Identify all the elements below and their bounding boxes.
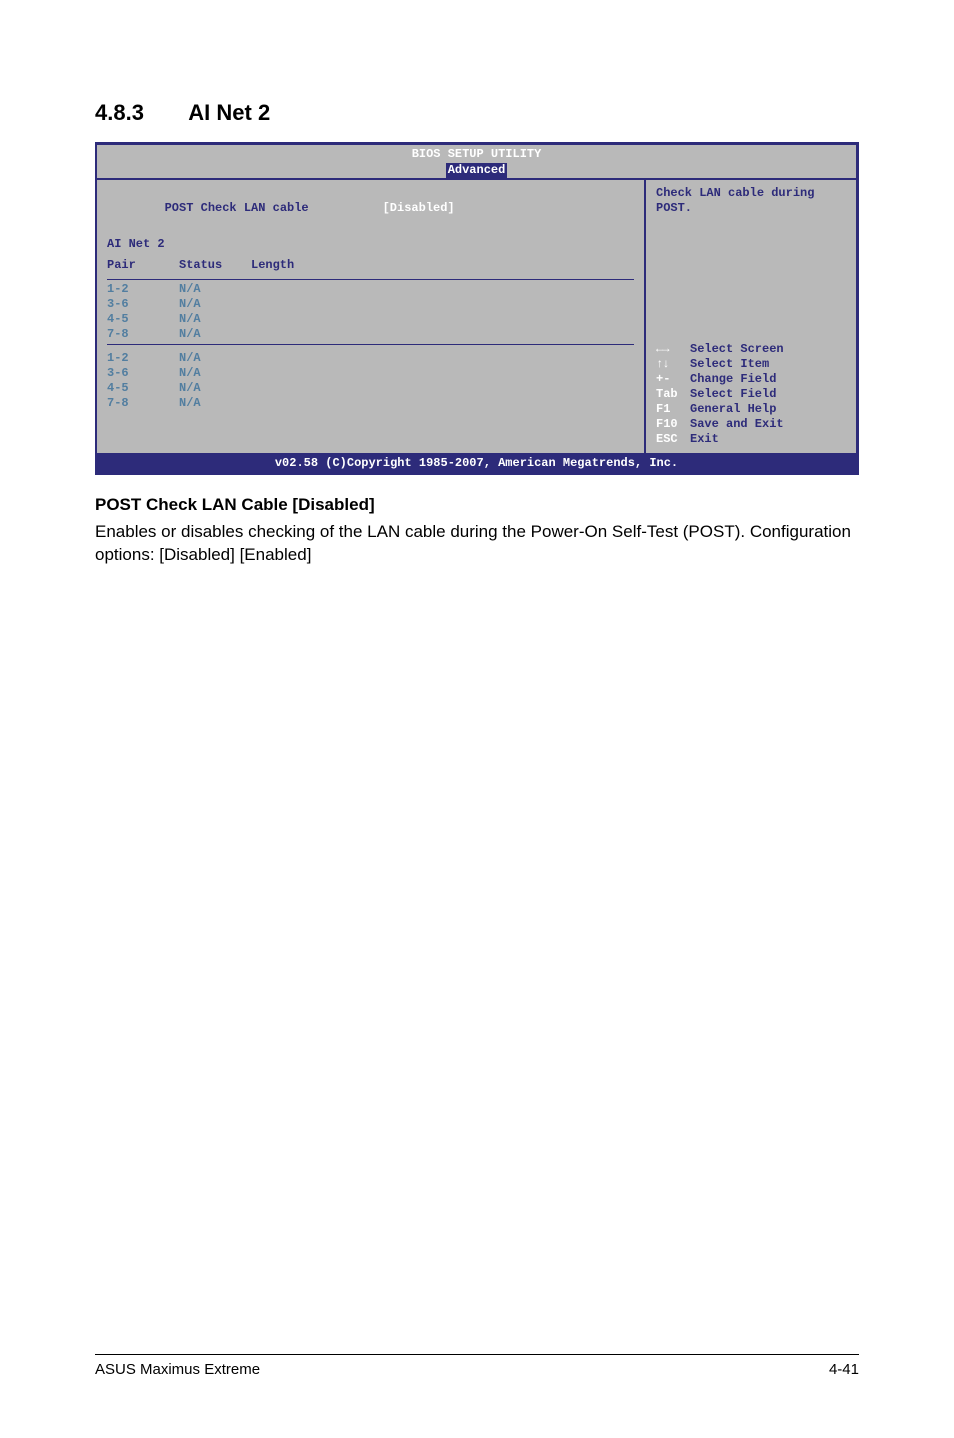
setting-value: [Disabled] <box>383 201 455 215</box>
bios-main-panel: POST Check LAN cable[Disabled] AI Net 2 … <box>97 180 646 453</box>
table-row: 4-5N/A <box>107 381 634 396</box>
table-row: 7-8N/A <box>107 327 634 342</box>
bios-footer: v02.58 (C)Copyright 1985-2007, American … <box>97 453 856 472</box>
help-text: Check LAN cable during POST. <box>656 186 846 216</box>
page-footer: ASUS Maximus Extreme 4-41 <box>95 1354 859 1378</box>
setting-label: POST Check LAN cable <box>165 201 383 216</box>
option-heading: POST Check LAN Cable [Disabled] <box>95 495 859 515</box>
key-f10: F10 <box>656 417 690 432</box>
arrows-ud-icon: ↑↓ <box>656 357 690 372</box>
key-esc: ESC <box>656 432 690 447</box>
table-row: 1-2N/A <box>107 282 634 297</box>
table-row: 1-2N/A <box>107 351 634 366</box>
bios-help-panel: Check LAN cable during POST. ←→Select Sc… <box>646 180 856 453</box>
pair-group-1: 1-2N/A 3-6N/A 4-5N/A 7-8N/A <box>107 279 634 345</box>
section-number: 4.8.3 <box>95 100 183 126</box>
bios-subtitle: AI Net 2 <box>107 237 634 252</box>
bios-screenshot: BIOS SETUP UTILITY Advanced POST Check L… <box>95 142 859 475</box>
arrows-lr-icon: ←→ <box>656 342 690 357</box>
pair-group-2: 1-2N/A 3-6N/A 4-5N/A 7-8N/A <box>107 351 634 411</box>
key-legend: ←→Select Screen ↑↓Select Item +-Change F… <box>656 342 846 447</box>
footer-page-number: 4-41 <box>829 1361 859 1378</box>
bios-title: BIOS SETUP UTILITY <box>412 147 542 161</box>
table-header: PairStatusLength <box>107 258 634 273</box>
table-row: 3-6N/A <box>107 366 634 381</box>
col-status: Status <box>179 258 251 273</box>
col-length: Length <box>251 258 294 273</box>
key-tab: Tab <box>656 387 690 402</box>
bios-tab-active: Advanced <box>446 163 508 178</box>
section-heading: 4.8.3 AI Net 2 <box>95 100 859 126</box>
table-row: 7-8N/A <box>107 396 634 411</box>
bios-header: BIOS SETUP UTILITY Advanced <box>97 145 856 178</box>
table-row: 4-5N/A <box>107 312 634 327</box>
key-plusminus: +- <box>656 372 690 387</box>
table-row: 3-6N/A <box>107 297 634 312</box>
section-title: AI Net 2 <box>188 100 270 125</box>
footer-left: ASUS Maximus Extreme <box>95 1361 260 1378</box>
col-pair: Pair <box>107 258 179 273</box>
option-description: Enables or disables checking of the LAN … <box>95 521 859 567</box>
key-f1: F1 <box>656 402 690 417</box>
